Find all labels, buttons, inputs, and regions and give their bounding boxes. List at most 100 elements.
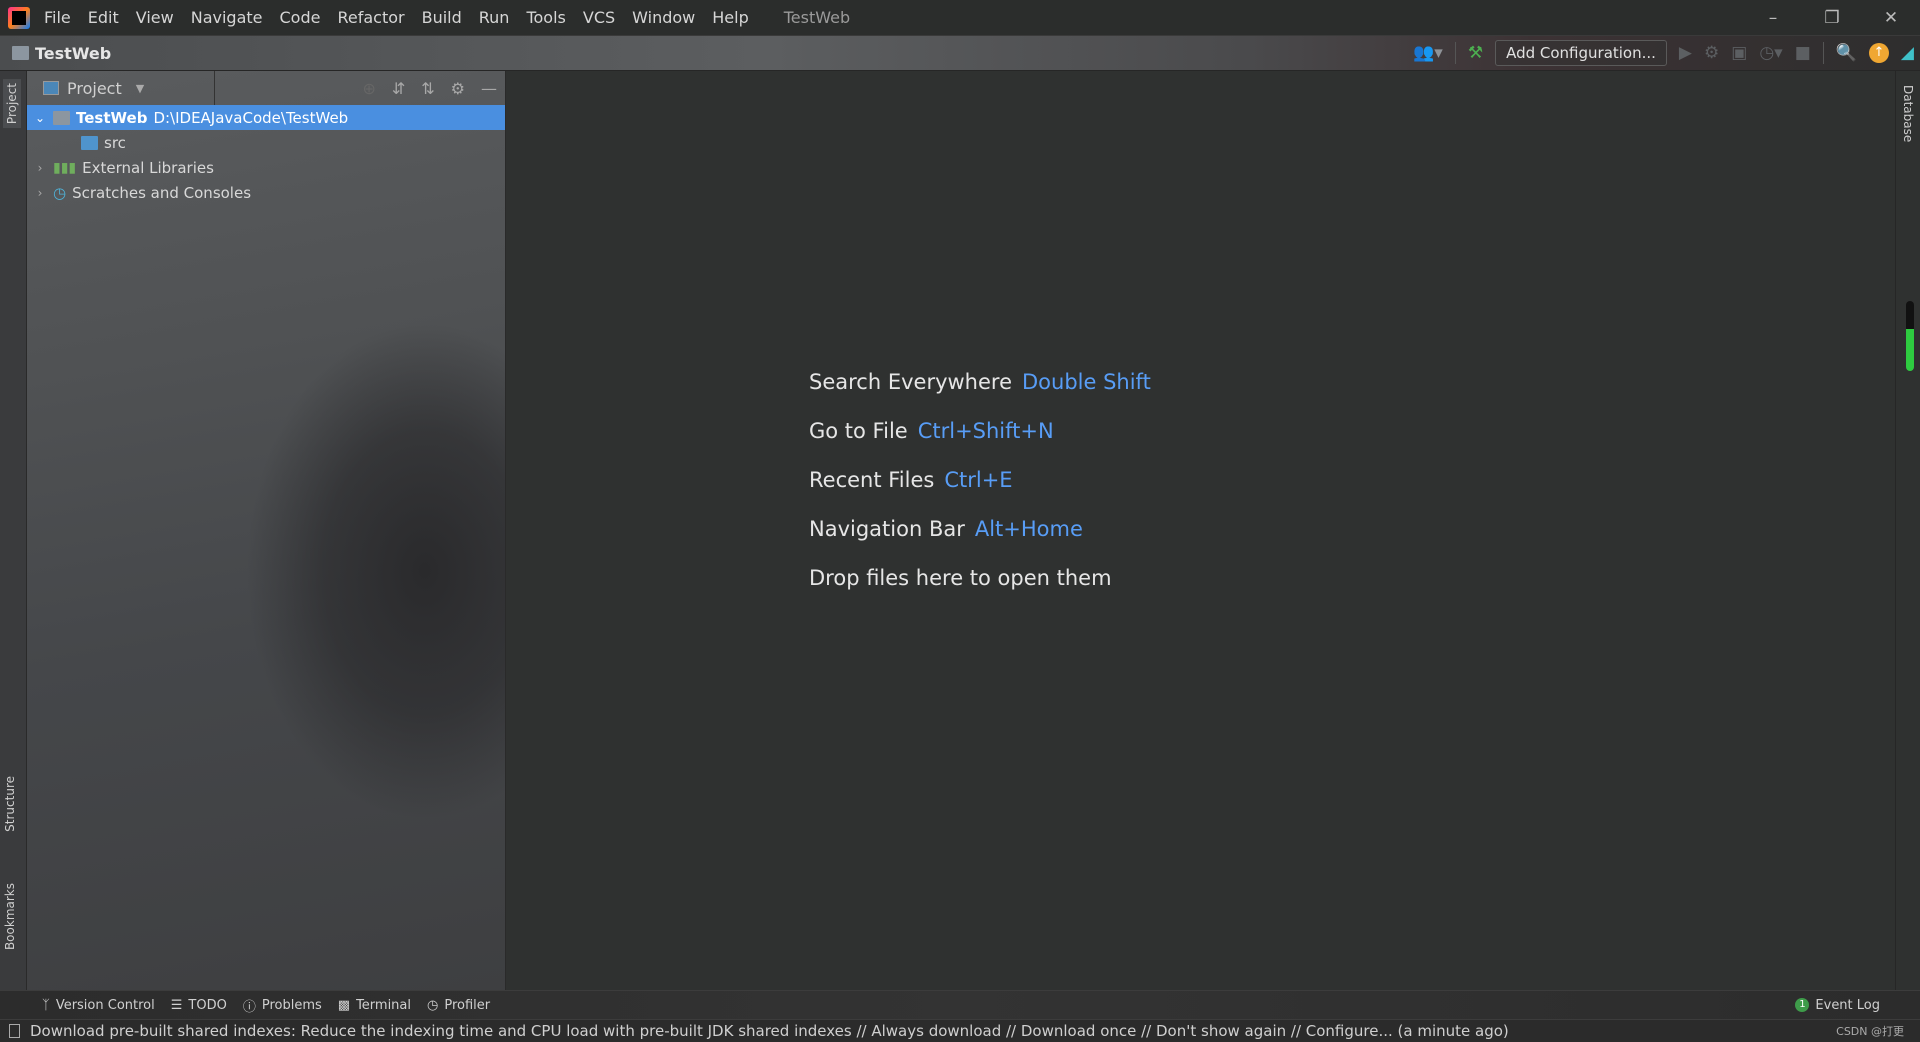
- hint-drop-files: Drop files here to open them: [809, 562, 1151, 611]
- menu-view[interactable]: View: [136, 8, 174, 27]
- project-panel: Project ▼ ⊕ ⇵ ⇅ ⚙ — ⌄ TestWeb D:\IDEAJav…: [27, 71, 506, 990]
- hide-icon[interactable]: —: [481, 79, 497, 98]
- hint-label: Recent Files: [809, 468, 935, 492]
- tab-database[interactable]: Database: [1901, 85, 1915, 142]
- tool-label: Event Log: [1815, 997, 1880, 1013]
- tab-structure[interactable]: Structure: [3, 776, 17, 832]
- menu-window[interactable]: Window: [632, 8, 695, 27]
- memory-indicator: [1906, 301, 1914, 371]
- menu-edit[interactable]: Edit: [88, 8, 119, 27]
- hint-label: Drop files here to open them: [809, 566, 1112, 590]
- branch-icon: ᛉ: [42, 997, 50, 1013]
- minimize-button[interactable]: –: [1744, 0, 1802, 35]
- tool-label: Version Control: [55, 997, 155, 1013]
- chevron-down-icon[interactable]: ⌄: [33, 111, 47, 125]
- divider: [1454, 42, 1456, 64]
- menu-bar: File Edit View Navigate Code Refactor Bu…: [0, 0, 1920, 35]
- hint-shortcut: Alt+Home: [974, 517, 1083, 541]
- source-folder-icon: [81, 135, 98, 150]
- window-title: TestWeb: [783, 8, 851, 27]
- code-with-me-icon[interactable]: ◢: [1901, 43, 1914, 63]
- event-count-badge: 1: [1795, 998, 1810, 1012]
- navigation-bar: TestWeb 👥▾ ⚒ Add Configuration... ▶ ⚙ ▣ …: [0, 35, 1920, 71]
- search-icon[interactable]: 🔍: [1836, 43, 1857, 63]
- close-button[interactable]: ✕: [1862, 0, 1920, 35]
- divider: [214, 71, 215, 105]
- hint-search-everywhere: Search Everywhere Double Shift: [809, 366, 1151, 415]
- locate-icon[interactable]: ⊕: [362, 79, 375, 98]
- background-art: [245, 321, 505, 821]
- status-message[interactable]: Download pre-built shared indexes: Reduc…: [30, 1022, 1509, 1040]
- project-view-icon: [43, 81, 59, 95]
- build-hammer-icon[interactable]: ⚒: [1468, 43, 1483, 63]
- chevron-right-icon[interactable]: ›: [33, 161, 47, 175]
- menu-vcs[interactable]: VCS: [583, 8, 615, 27]
- hint-recent-files: Recent Files Ctrl+E: [809, 464, 1151, 513]
- tree-item-scratches[interactable]: › ◷ Scratches and Consoles: [27, 180, 505, 205]
- terminal-icon: ▩: [337, 997, 351, 1013]
- profiler-icon: ◷: [427, 997, 439, 1013]
- run-icon[interactable]: ▶: [1679, 43, 1692, 63]
- menu-navigate[interactable]: Navigate: [191, 8, 263, 27]
- menu-file[interactable]: File: [44, 8, 71, 27]
- menu-code[interactable]: Code: [280, 8, 321, 27]
- debug-icon[interactable]: ⚙: [1704, 43, 1719, 63]
- hint-label: Go to File: [809, 419, 908, 443]
- tool-label: TODO: [188, 997, 227, 1013]
- problems-icon: ⓘ: [242, 999, 256, 1015]
- profile-icon[interactable]: ◷▾: [1759, 43, 1782, 63]
- collapse-all-icon[interactable]: ⇅: [421, 79, 434, 98]
- tree-item-label: Scratches and Consoles: [72, 183, 252, 202]
- hint-navigation-bar: Navigation Bar Alt+Home: [809, 513, 1151, 562]
- chevron-right-icon[interactable]: ›: [33, 186, 47, 200]
- restore-button[interactable]: ❐: [1803, 0, 1861, 35]
- add-configuration-button[interactable]: Add Configuration...: [1495, 40, 1667, 66]
- library-icon: ▮▮▮: [53, 159, 77, 176]
- tool-terminal[interactable]: ▩ Terminal: [338, 998, 411, 1013]
- breadcrumb-project[interactable]: TestWeb: [12, 44, 111, 63]
- update-icon[interactable]: ↑: [1868, 43, 1889, 63]
- menu-help[interactable]: Help: [712, 8, 748, 27]
- status-bar: Download pre-built shared indexes: Reduc…: [0, 1019, 1920, 1042]
- tree-item-testweb[interactable]: ⌄ TestWeb D:\IDEAJavaCode\TestWeb: [27, 105, 505, 130]
- tab-bookmarks[interactable]: Bookmarks: [3, 883, 17, 950]
- menu-refactor[interactable]: Refactor: [337, 8, 404, 27]
- tool-event-log[interactable]: 1 Event Log: [1795, 998, 1880, 1013]
- chevron-down-icon[interactable]: ▼: [136, 82, 144, 95]
- tool-profiler[interactable]: ◷ Profiler: [427, 998, 490, 1013]
- stop-icon[interactable]: ■: [1795, 43, 1811, 63]
- hint-shortcut: Ctrl+E: [944, 468, 1013, 492]
- intellij-logo-icon: [8, 6, 30, 29]
- hint-shortcut: Ctrl+Shift+N: [917, 419, 1054, 443]
- tree-item-src[interactable]: src: [27, 130, 505, 155]
- menu-tools[interactable]: Tools: [526, 8, 565, 27]
- tree-item-label: src: [104, 133, 126, 152]
- tool-label: Problems: [261, 997, 322, 1013]
- tool-version-control[interactable]: ᛉ Version Control: [42, 998, 155, 1013]
- tree-item-path: D:\IDEAJavaCode\TestWeb: [153, 108, 349, 127]
- editor-empty-hints: Search Everywhere Double Shift Go to File…: [809, 366, 1151, 611]
- tool-problems[interactable]: ⓘ Problems: [243, 996, 322, 1015]
- project-panel-header: Project ▼ ⊕ ⇵ ⇅ ⚙ —: [27, 71, 505, 105]
- menu-build[interactable]: Build: [422, 8, 462, 27]
- hint-go-to-file: Go to File Ctrl+Shift+N: [809, 415, 1151, 464]
- tool-label: Terminal: [356, 997, 412, 1013]
- tree-item-external-libraries[interactable]: › ▮▮▮ External Libraries: [27, 155, 505, 180]
- gear-icon[interactable]: ⚙: [451, 79, 465, 98]
- expand-all-icon[interactable]: ⇵: [392, 79, 405, 98]
- tool-window-bar: ᛉ Version Control ☰ TODO ⓘ Problems ▩ Termin…: [0, 990, 1920, 1019]
- tab-project[interactable]: Project: [3, 79, 21, 129]
- tool-label: Profiler: [444, 997, 491, 1013]
- menu-run[interactable]: Run: [479, 8, 510, 27]
- tree-item-label: External Libraries: [82, 158, 214, 177]
- coverage-icon[interactable]: ▣: [1731, 43, 1747, 63]
- scratches-icon: ◷: [53, 183, 67, 202]
- hint-shortcut: Double Shift: [1022, 370, 1151, 394]
- user-icon[interactable]: 👥▾: [1413, 43, 1443, 63]
- tree-item-label: TestWeb: [76, 108, 148, 127]
- tool-todo[interactable]: ☰ TODO: [171, 998, 227, 1013]
- hint-label: Navigation Bar: [809, 517, 965, 541]
- toggle-tool-windows-icon[interactable]: [9, 1024, 20, 1038]
- project-folder-icon: [12, 46, 29, 60]
- project-view-selector[interactable]: Project: [67, 79, 122, 98]
